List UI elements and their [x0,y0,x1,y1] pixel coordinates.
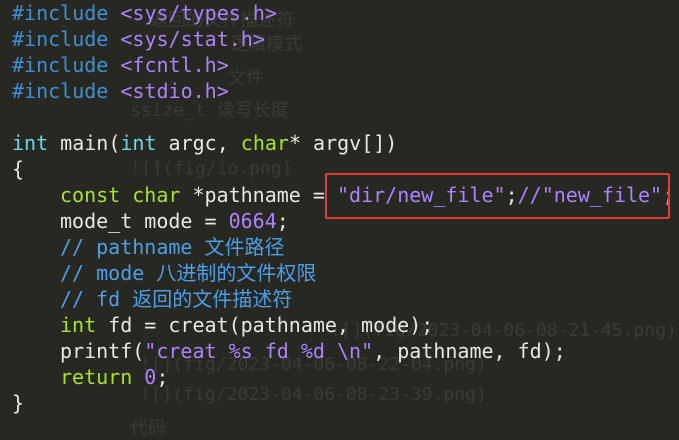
type-name: mode_t [60,209,133,233]
ghost-text: ![](fig/io.png) [130,158,293,179]
code-line-main: int main(int argc, char* argv[]) [12,130,397,156]
ghost-text: 代码 [130,418,166,439]
code-text: ; [156,365,169,389]
code-text: * argv[]) [288,131,398,155]
comment-slash: // [60,261,85,285]
code-editor[interactable]: 返回的文件描述符 逻辑模式 文件 ssize_t 读写长度 ![](fig/io… [0,0,679,439]
include-keyword: #include [12,27,109,51]
comment-text: 文件路径 [192,235,285,259]
code-line-comment: // pathname 文件路径 [60,234,285,260]
return-keyword: return [60,365,133,389]
include-header: <sys/stat.h> [108,27,265,51]
string-literal: " [361,339,374,363]
escape-sequence: \n [337,339,362,363]
type-keyword: char [240,131,289,155]
number-literal: 0664 [228,209,277,233]
comment-key: pathname [84,235,193,259]
ghost-text: 文件 [228,68,264,89]
code-line-mode: mode_t mode = 0664; [60,208,289,234]
highlight-annotation-box [325,173,670,219]
code-line-comment: // mode 八进制的文件权限 [60,260,316,286]
type-keyword: int [60,313,97,337]
include-header: <sys/types.h> [108,1,277,25]
format-specifier: %d [300,339,325,363]
comment-text: 八进制的文件权限 [144,261,317,285]
code-line-fd: int fd = creat(pathname, mode); [60,312,433,338]
string-literal: "creat [144,339,229,363]
string-literal [325,339,337,363]
code-line-include-stdio: #include <stdio.h> [12,78,229,104]
comment-key: mode [84,261,145,285]
format-specifier: %s [228,339,253,363]
const-keyword: const [60,183,121,207]
include-keyword: #include [12,1,109,25]
code-line-brace-open: { [12,157,25,181]
include-keyword: #include [12,53,109,77]
comment-key: fd [84,287,121,311]
code-line-comment: // fd 返回的文件描述符 [60,286,292,312]
code-line-include-types: #include <sys/types.h> [12,0,277,26]
include-header: <stdio.h> [108,79,229,103]
code-line-return: return 0; [60,364,168,390]
number-literal: 0 [144,365,157,389]
type-keyword: int [12,131,49,155]
include-keyword: #include [12,79,109,103]
code-text: main( [48,131,121,155]
code-text: mode = [132,209,229,233]
include-header: <fcntl.h> [108,53,229,77]
code-text: , pathname, fd); [373,339,566,363]
code-line-brace-close: } [12,391,25,415]
comment-slash: // [60,235,85,259]
code-text: *pathname = [180,183,337,207]
type-keyword: char [132,183,181,207]
string-literal: fd [252,339,301,363]
code-text: ; [276,209,289,233]
code-text: fd = creat(pathname, mode); [96,313,434,337]
code-line-include-stat: #include <sys/stat.h> [12,26,265,52]
type-keyword: int [120,131,157,155]
code-line-include-fcntl: #include <fcntl.h> [12,52,229,78]
code-line-printf: printf("creat %s fd %d \n", pathname, fd… [60,338,566,364]
ghost-text: ![](fig/2023-04-06-08-23-39.png) [140,384,487,405]
function-call: printf( [60,339,145,363]
comment-slash: // [60,287,85,311]
code-text: argc, [156,131,241,155]
comment-text: 返回的文件描述符 [120,287,293,311]
